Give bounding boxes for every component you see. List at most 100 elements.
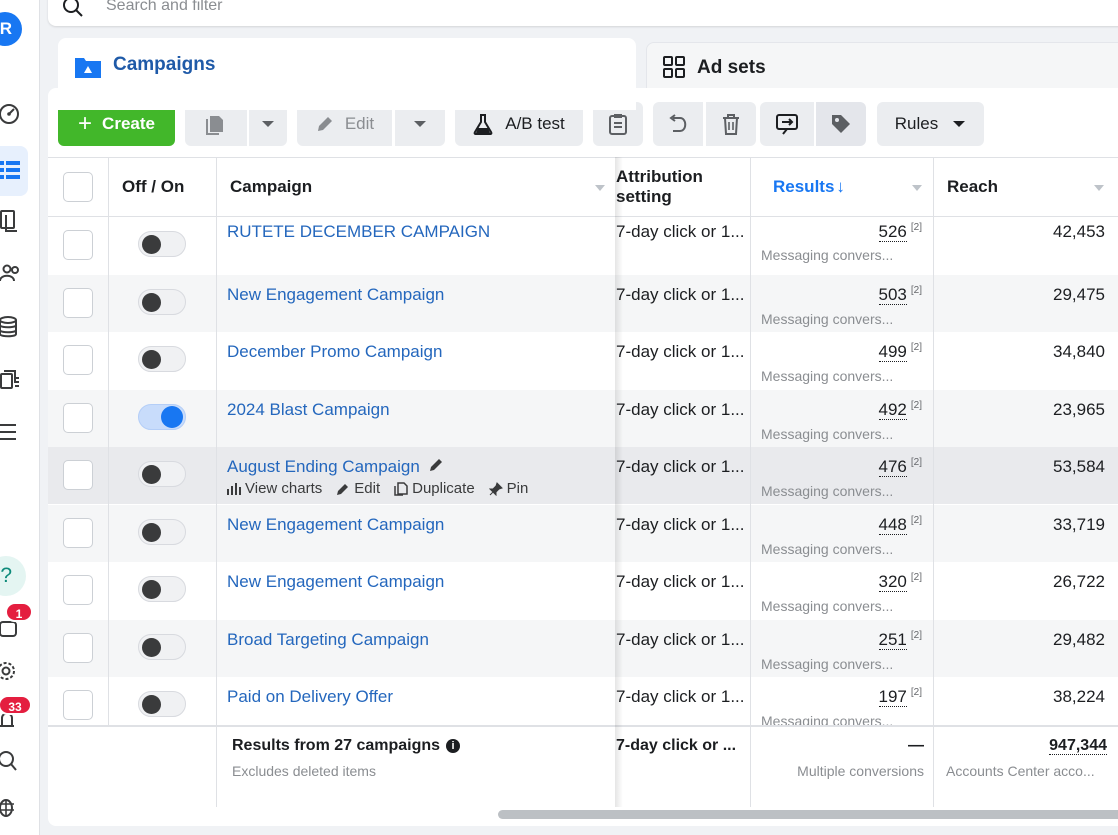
table-row[interactable]: Broad Targeting Campaign 7-day click or 1… [48,619,1118,677]
rules-dropdown-button[interactable]: Rules [877,102,984,146]
tab-ad-sets[interactable]: Ad sets [646,42,1118,94]
results-cell[interactable]: 476 [2] [768,457,922,477]
tab-campaigns[interactable]: Campaigns [58,38,636,110]
billing-coins-icon[interactable] [0,314,22,340]
account-avatar[interactable]: R [0,12,22,46]
toggle-knob [142,465,161,484]
campaign-name-link[interactable]: New Engagement Campaign [227,515,444,535]
undo-button[interactable] [653,102,703,146]
delivery-toggle[interactable] [138,288,186,315]
sort-caret-icon [912,185,922,191]
duplicate-action[interactable]: Duplicate [394,480,475,497]
attribution-cell: 7-day click or 1... [616,342,745,361]
table-row[interactable]: 2024 Blast Campaign 7-day click or 1... 49… [48,389,1118,447]
toggle-knob [142,235,161,254]
results-value: 499 [878,342,907,362]
results-footnote: [2] [910,222,922,234]
results-value: 492 [878,399,907,420]
search-bar[interactable]: Search and filter [48,0,1118,26]
select-all-checkbox[interactable] [63,172,93,202]
delivery-toggle[interactable] [138,518,186,545]
results-cell[interactable]: 492 [2] [768,399,922,420]
menu-list-icon[interactable] [0,420,22,446]
help-icon[interactable]: ? [0,556,26,596]
column-header-reach[interactable]: Reach [947,158,998,216]
delivery-toggle[interactable] [138,403,186,430]
results-cell[interactable]: 499 [2] [768,342,922,362]
col-divider [750,157,751,807]
pencil-icon [337,483,349,495]
bar-chart-icon [227,482,241,495]
export-button[interactable] [760,102,814,146]
delivery-toggle[interactable] [138,576,186,602]
campaign-name-link[interactable]: Broad Targeting Campaign [227,630,429,650]
row-checkbox[interactable] [63,632,93,663]
settings-gear-icon[interactable] [0,658,22,684]
row-checkbox[interactable] [63,517,93,548]
delivery-toggle[interactable] [138,346,186,372]
results-cell[interactable]: 197 [2] [768,687,922,707]
reach-cell: 23,965 [1053,399,1105,419]
pages-icon[interactable] [0,208,22,234]
column-header-results[interactable]: Results ↓ [773,158,845,216]
delivery-toggle[interactable] [138,691,186,717]
results-type: Messaging convers... [761,247,894,263]
view-charts-action[interactable]: View charts [227,480,322,497]
results-cell[interactable]: 448 [2] [768,514,922,535]
row-checkbox[interactable] [63,460,93,490]
table-row[interactable]: RUTETE DECEMBER CAMPAIGN 7-day click or 1… [48,217,1118,274]
row-checkbox[interactable] [63,402,93,433]
column-header-campaign[interactable]: Campaign [230,158,312,216]
table-row[interactable]: August Ending Campaign 7-day click or 1..… [48,447,1118,504]
delete-button[interactable] [706,102,756,146]
campaign-name-link[interactable]: 2024 Blast Campaign [227,400,390,420]
delivery-toggle[interactable] [138,461,186,487]
delivery-toggle[interactable] [138,633,186,660]
campaign-name-link[interactable]: New Engagement Campaign [227,572,444,592]
alerts-badge: 33 [0,695,32,715]
tag-button[interactable] [816,102,866,146]
campaign-name-link[interactable]: New Engagement Campaign [227,285,444,305]
results-cell[interactable]: 503 [2] [768,284,922,305]
campaigns-table-icon[interactable] [0,158,22,184]
export-icon [776,114,798,135]
results-cell[interactable]: 251 [2] [768,629,922,650]
campaign-name-link[interactable]: Paid on Delivery Offer [227,687,393,707]
search-icon[interactable] [0,748,22,774]
row-checkbox[interactable] [63,230,93,260]
results-cell[interactable]: 320 [2] [768,572,922,592]
reach-cell: 33,719 [1053,514,1105,534]
campaign-name-link[interactable]: RUTETE DECEMBER CAMPAIGN [227,222,490,242]
summary-reach-value: 947,344 [1049,737,1107,755]
dashboard-icon[interactable] [0,100,22,126]
info-icon[interactable]: i [446,739,461,753]
bug-report-icon[interactable] [0,794,22,820]
column-header-attribution[interactable]: Attribution setting [616,158,736,216]
row-checkbox[interactable] [63,287,93,318]
row-checkbox[interactable] [63,690,93,720]
ad-sets-grid-icon [663,55,685,79]
summary-results-sub: Multiple conversions [797,763,924,779]
horizontal-scrollbar[interactable] [498,810,1118,819]
results-cell[interactable]: 526 [2] [768,222,922,242]
edit-name-pencil-icon [430,459,442,471]
sort-desc-arrow-icon: ↓ [836,177,845,196]
audiences-icon[interactable] [0,260,22,286]
row-checkbox[interactable] [63,575,93,605]
results-value: 503 [878,284,907,305]
campaign-name-link[interactable]: August Ending Campaign [227,457,420,477]
pin-action[interactable]: Pin [488,480,528,497]
edit-action[interactable]: Edit [336,480,380,497]
table-row[interactable]: December Promo Campaign 7-day click or 1.… [48,332,1118,389]
summary-reach: 947,344 [933,737,1107,755]
table-row[interactable]: New Engagement Campaign 7-day click or 1.… [48,274,1118,332]
ads-reporting-icon[interactable] [0,368,22,394]
table-row[interactable]: New Engagement Campaign 7-day click or 1.… [48,562,1118,619]
delivery-toggle[interactable] [138,231,186,257]
attribution-cell: 7-day click or 1... [616,687,745,706]
toggle-knob [142,522,161,542]
campaign-name-link[interactable]: December Promo Campaign [227,342,442,362]
column-header-off-on[interactable]: Off / On [122,158,184,216]
table-row[interactable]: New Engagement Campaign 7-day click or 1.… [48,504,1118,562]
row-checkbox[interactable] [63,345,93,375]
